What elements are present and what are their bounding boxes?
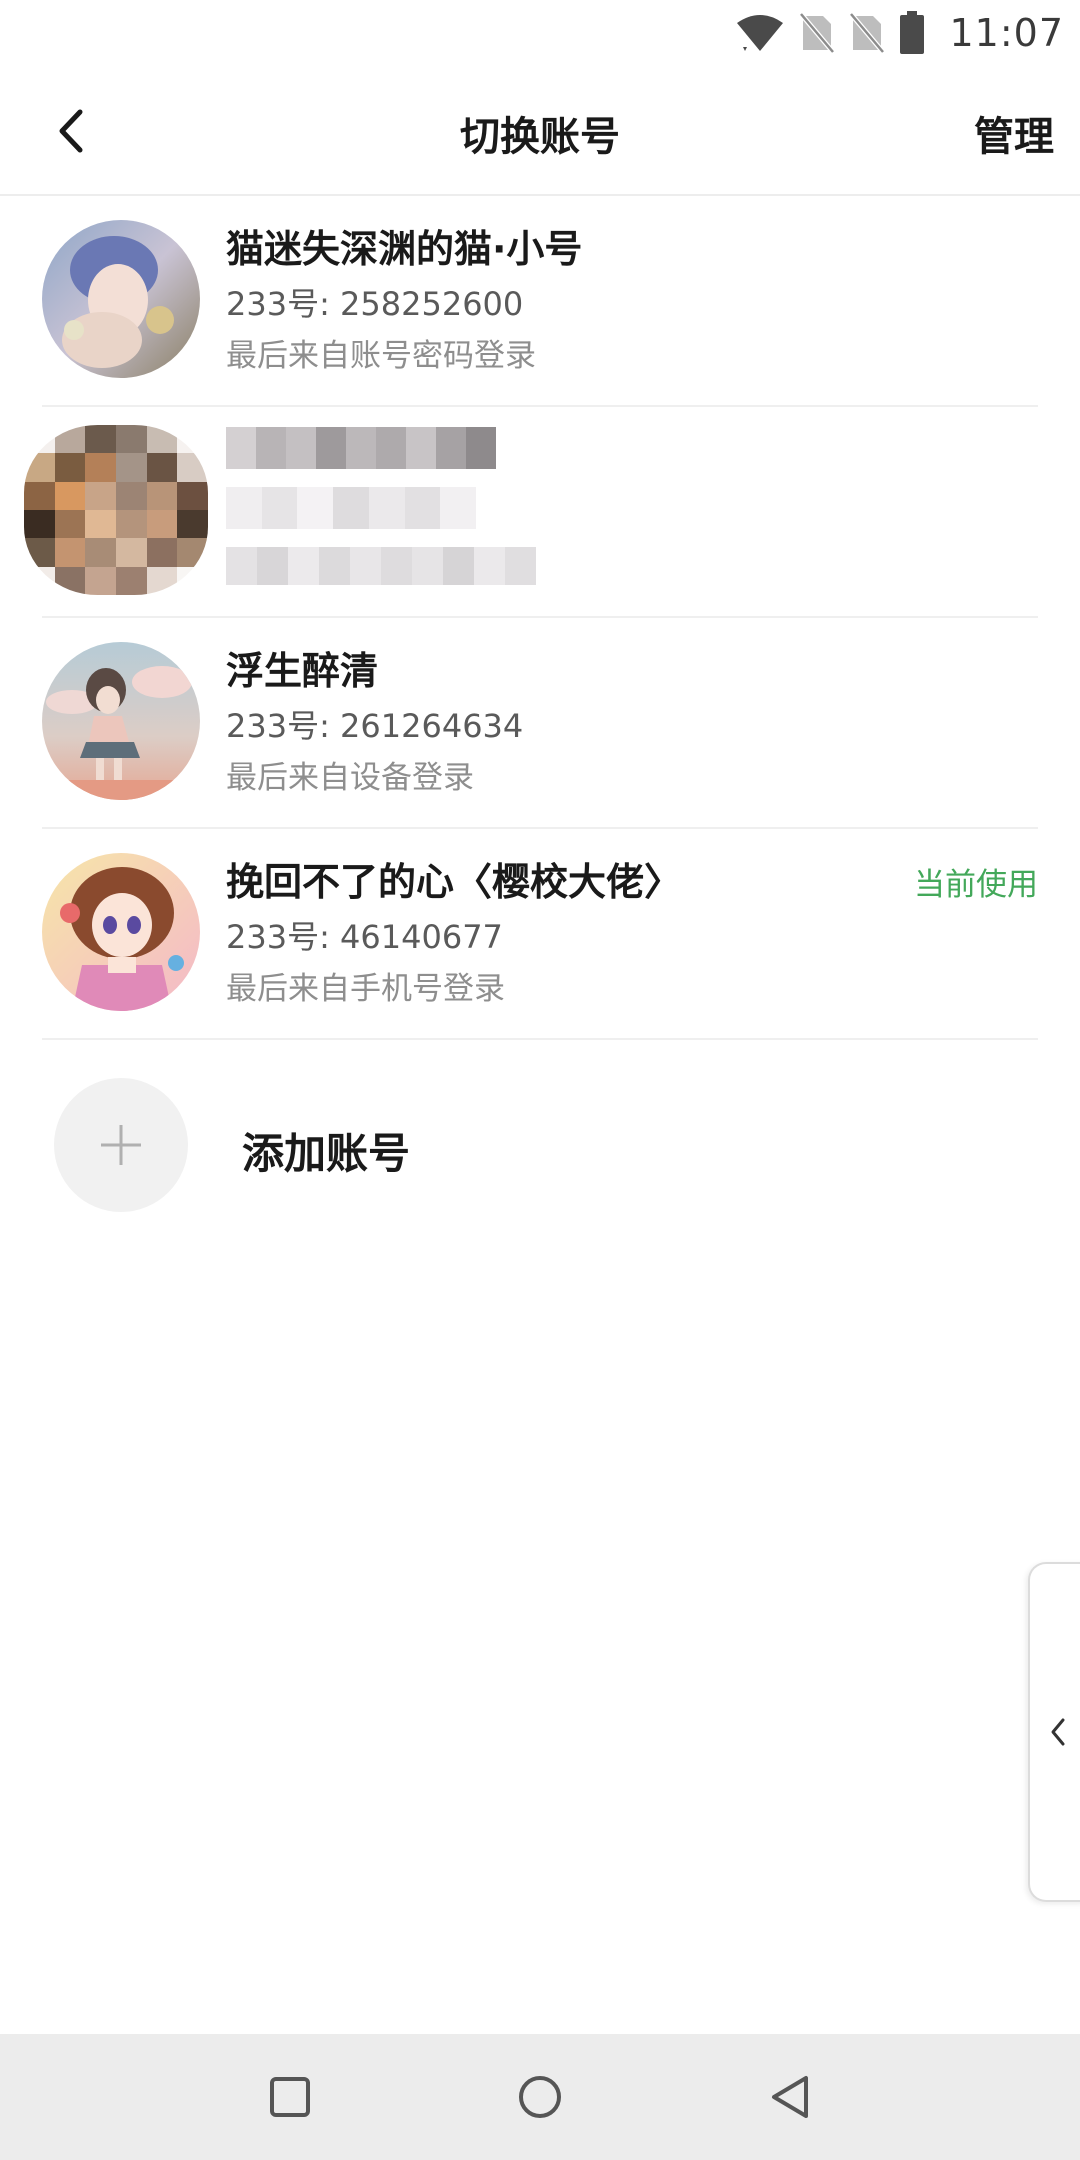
home-button[interactable] (510, 2067, 570, 2127)
status-time: 11:07 (949, 11, 1064, 55)
account-item[interactable]: 浮生醉清 233号: 261264634 最后来自设备登录 (42, 618, 1038, 829)
add-circle (54, 1078, 188, 1212)
system-nav-bar (0, 2034, 1080, 2160)
account-uid: 233号: 258252600 (226, 285, 524, 323)
battery-icon (899, 11, 925, 55)
plus-icon (101, 1125, 141, 1165)
avatar (42, 642, 200, 800)
account-list: 猫迷失深渊的猫·小号 233号: 258252600 最后来自账号密码登录 浮生… (0, 196, 1080, 1040)
no-sim-icon (849, 12, 886, 54)
add-account-button[interactable]: 添加账号 (54, 1078, 654, 1214)
status-bar: 11:07 (0, 0, 1080, 66)
avatar (42, 220, 200, 378)
account-info: 猫迷失深渊的猫·小号 233号: 258252600 最后来自账号密码登录 (226, 222, 1038, 382)
avatar (42, 853, 200, 1011)
account-nickname: 猫迷失深渊的猫·小号 (226, 227, 583, 271)
redacted-info (226, 427, 556, 603)
recents-button[interactable] (260, 2067, 320, 2127)
home-circle-icon (519, 2076, 561, 2118)
account-item-current[interactable]: 挽回不了的心〈樱校大佬〉 233号: 46140677 最后来自手机号登录 当前… (42, 829, 1038, 1040)
wifi-icon (735, 13, 785, 53)
account-uid: 233号: 46140677 (226, 918, 503, 956)
header: 切换账号 管理 (0, 66, 1080, 196)
add-account-label: 添加账号 (242, 1129, 411, 1178)
no-sim-icon (799, 12, 836, 54)
account-info: 浮生醉清 233号: 261264634 最后来自设备登录 (226, 644, 1038, 804)
account-login-source: 最后来自账号密码登录 (226, 338, 536, 374)
floating-side-tab[interactable] (1028, 1562, 1080, 1902)
account-uid: 233号: 261264634 (226, 707, 524, 745)
account-nickname: 浮生醉清 (226, 649, 379, 693)
back-nav-button[interactable] (760, 2067, 820, 2127)
avatar-redacted (24, 425, 208, 595)
chevron-left-icon (1051, 1718, 1065, 1746)
manage-button[interactable]: 管理 (974, 104, 1054, 162)
account-item[interactable]: 猫迷失深渊的猫·小号 233号: 258252600 最后来自账号密码登录 (42, 196, 1038, 407)
account-login-source: 最后来自设备登录 (226, 760, 474, 796)
recents-square-icon (270, 2077, 310, 2117)
screen: 11:07 切换账号 管理 猫迷失深渊的猫·小号 233号: 258252600… (0, 0, 1080, 2160)
current-account-badge: 当前使用 (914, 867, 1038, 903)
account-item-redacted[interactable] (24, 407, 1038, 618)
back-triangle-icon (772, 2076, 808, 2118)
account-login-source: 最后来自手机号登录 (226, 971, 505, 1007)
page-title: 切换账号 (460, 114, 620, 160)
